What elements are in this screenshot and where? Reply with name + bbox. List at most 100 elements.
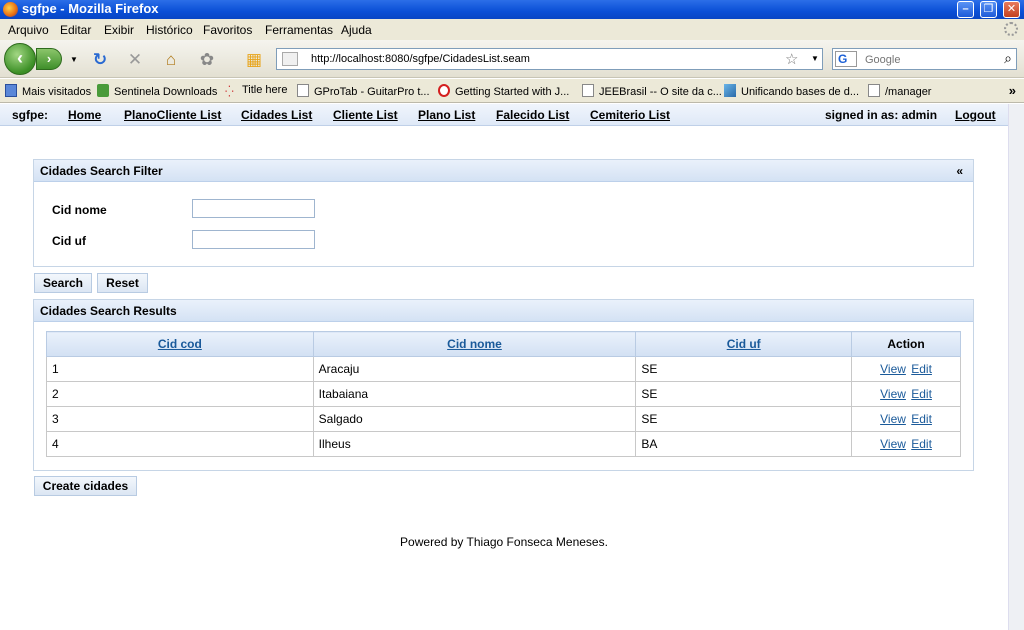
search-icon[interactable]: ⌕ bbox=[1004, 50, 1012, 67]
bookmark-jeebrasil[interactable]: JEEBrasil -- O site da c... bbox=[582, 84, 722, 98]
cid-nome-input[interactable] bbox=[192, 199, 315, 218]
maximize-button[interactable]: ❐ bbox=[980, 1, 997, 18]
cell-actions: View Edit bbox=[851, 381, 961, 407]
edit-link[interactable]: Edit bbox=[911, 412, 932, 426]
search-input[interactable] bbox=[865, 52, 995, 67]
site-identity-icon[interactable] bbox=[282, 52, 298, 66]
cell-cid-uf: BA bbox=[635, 431, 853, 457]
menu-ferramentas[interactable]: Ferramentas bbox=[265, 23, 333, 37]
bookmark-mais-visitados[interactable]: Mais visitados bbox=[5, 84, 91, 98]
close-button[interactable]: ✕ bbox=[1003, 1, 1020, 18]
search-bar[interactable]: G ⌕ bbox=[832, 48, 1017, 70]
view-link[interactable]: View bbox=[880, 387, 906, 401]
edit-link[interactable]: Edit bbox=[911, 437, 932, 451]
table-row: 4 Ilheus BA View Edit bbox=[46, 431, 961, 457]
menu-exibir[interactable]: Exibir bbox=[104, 23, 134, 37]
nav-cliente-list[interactable]: Cliente List bbox=[333, 108, 398, 122]
menu-editar[interactable]: Editar bbox=[60, 23, 91, 37]
search-results-title: Cidades Search Results bbox=[40, 304, 177, 318]
reload-icon[interactable]: ↻ bbox=[90, 50, 110, 70]
create-cidades-button[interactable]: Create cidades bbox=[34, 476, 137, 496]
column-cid-nome[interactable]: Cid nome bbox=[312, 331, 637, 357]
address-bar[interactable]: ☆ ▼ bbox=[276, 48, 823, 70]
page-viewport: sgfpe: Home PlanoCliente List Cidades Li… bbox=[0, 104, 1008, 630]
search-filter-header: Cidades Search Filter « bbox=[34, 160, 973, 182]
nav-plano-list[interactable]: Plano List bbox=[418, 108, 475, 122]
minimize-button[interactable]: – bbox=[957, 1, 974, 18]
history-dropdown-icon[interactable]: ▼ bbox=[70, 55, 78, 64]
page-icon bbox=[297, 84, 309, 97]
search-filter-panel: Cidades Search Filter « Cid nome Cid uf bbox=[33, 159, 974, 267]
menu-arquivo[interactable]: Arquivo bbox=[8, 23, 49, 37]
cell-cid-cod: 2 bbox=[46, 381, 314, 407]
cell-cid-cod: 1 bbox=[46, 356, 314, 382]
sort-cid-uf-link[interactable]: Cid uf bbox=[727, 337, 761, 351]
navigation-toolbar: › ‹ ▼ ↻ ✕ ⌂ ✿ ▦ ☆ ▼ G ⌕ bbox=[0, 40, 1024, 78]
most-visited-icon bbox=[5, 84, 17, 97]
collapse-icon[interactable]: « bbox=[956, 164, 963, 178]
url-dropdown-icon[interactable]: ▼ bbox=[811, 54, 819, 63]
home-icon[interactable]: ⌂ bbox=[161, 50, 181, 70]
view-link[interactable]: View bbox=[880, 412, 906, 426]
bookmark-manager[interactable]: /manager bbox=[868, 84, 931, 98]
view-link[interactable]: View bbox=[880, 437, 906, 451]
cell-cid-uf: SE bbox=[635, 381, 853, 407]
cell-cid-nome: Salgado bbox=[312, 406, 637, 432]
stop-icon[interactable]: ✕ bbox=[125, 50, 145, 70]
search-engine-icon[interactable]: G bbox=[835, 51, 857, 67]
table-row: 1 Aracaju SE View Edit bbox=[46, 356, 961, 382]
reset-button[interactable]: Reset bbox=[97, 273, 148, 293]
cell-cid-nome: Aracaju bbox=[312, 356, 637, 382]
column-cid-uf[interactable]: Cid uf bbox=[635, 331, 853, 357]
loading-icon: ⁛ bbox=[225, 86, 234, 98]
table-row: 2 Itabaiana SE View Edit bbox=[46, 381, 961, 407]
back-button[interactable]: ‹ bbox=[4, 43, 36, 75]
bookmark-title-here[interactable]: ⁛ Title here bbox=[225, 84, 287, 98]
menu-bar: Arquivo Editar Exibir Histórico Favorito… bbox=[0, 19, 1024, 40]
download-icon bbox=[97, 84, 109, 97]
cell-cid-uf: SE bbox=[635, 406, 853, 432]
cell-cid-nome: Itabaiana bbox=[312, 381, 637, 407]
cell-actions: View Edit bbox=[851, 406, 961, 432]
nav-planocliente-list[interactable]: PlanoCliente List bbox=[124, 108, 221, 122]
apps-grid-icon[interactable]: ▦ bbox=[244, 50, 264, 70]
sort-cid-nome-link[interactable]: Cid nome bbox=[447, 337, 502, 351]
menu-favoritos[interactable]: Favoritos bbox=[203, 23, 252, 37]
app-navigation: sgfpe: Home PlanoCliente List Cidades Li… bbox=[0, 104, 1008, 126]
bookmarks-overflow-icon[interactable]: » bbox=[1009, 83, 1016, 98]
view-link[interactable]: View bbox=[880, 362, 906, 376]
cell-cid-nome: Ilheus bbox=[312, 431, 637, 457]
search-button[interactable]: Search bbox=[34, 273, 92, 293]
nav-cidades-list[interactable]: Cidades List bbox=[241, 108, 312, 122]
menu-ajuda[interactable]: Ajuda bbox=[341, 23, 372, 37]
column-action: Action bbox=[851, 331, 961, 357]
page-icon bbox=[582, 84, 594, 97]
nav-cemiterio-list[interactable]: Cemiterio List bbox=[590, 108, 670, 122]
sort-cid-cod-link[interactable]: Cid cod bbox=[158, 337, 202, 351]
bookmark-star-icon[interactable]: ☆ bbox=[785, 50, 798, 68]
table-row: 3 Salgado SE View Edit bbox=[46, 406, 961, 432]
bookmark-getting-started[interactable]: Getting Started with J... bbox=[438, 84, 569, 98]
addon-icon[interactable]: ✿ bbox=[197, 50, 217, 70]
bookmark-gprotab[interactable]: GProTab - GuitarPro t... bbox=[297, 84, 430, 98]
menu-historico[interactable]: Histórico bbox=[146, 23, 193, 37]
cell-cid-cod: 4 bbox=[46, 431, 314, 457]
edit-link[interactable]: Edit bbox=[911, 387, 932, 401]
url-input[interactable] bbox=[311, 51, 771, 67]
cell-cid-cod: 3 bbox=[46, 406, 314, 432]
window-title: sgfpe - Mozilla Firefox bbox=[22, 1, 159, 16]
bookmark-unificando[interactable]: Unificando bases de d... bbox=[724, 84, 859, 98]
nav-home[interactable]: Home bbox=[68, 108, 101, 122]
vertical-scrollbar[interactable] bbox=[1008, 104, 1024, 630]
cell-cid-uf: SE bbox=[635, 356, 853, 382]
logout-link[interactable]: Logout bbox=[955, 108, 996, 122]
edit-link[interactable]: Edit bbox=[911, 362, 932, 376]
cell-actions: View Edit bbox=[851, 356, 961, 382]
bookmark-sentinela[interactable]: Sentinela Downloads bbox=[97, 84, 217, 98]
cid-uf-input[interactable] bbox=[192, 230, 315, 249]
column-cid-cod[interactable]: Cid cod bbox=[46, 331, 314, 357]
forward-button[interactable]: › bbox=[36, 48, 62, 70]
nav-falecido-list[interactable]: Falecido List bbox=[496, 108, 569, 122]
activity-throbber-icon bbox=[1004, 22, 1018, 36]
results-table: Cid cod Cid nome Cid uf Action 1 Aracaju… bbox=[46, 331, 961, 457]
